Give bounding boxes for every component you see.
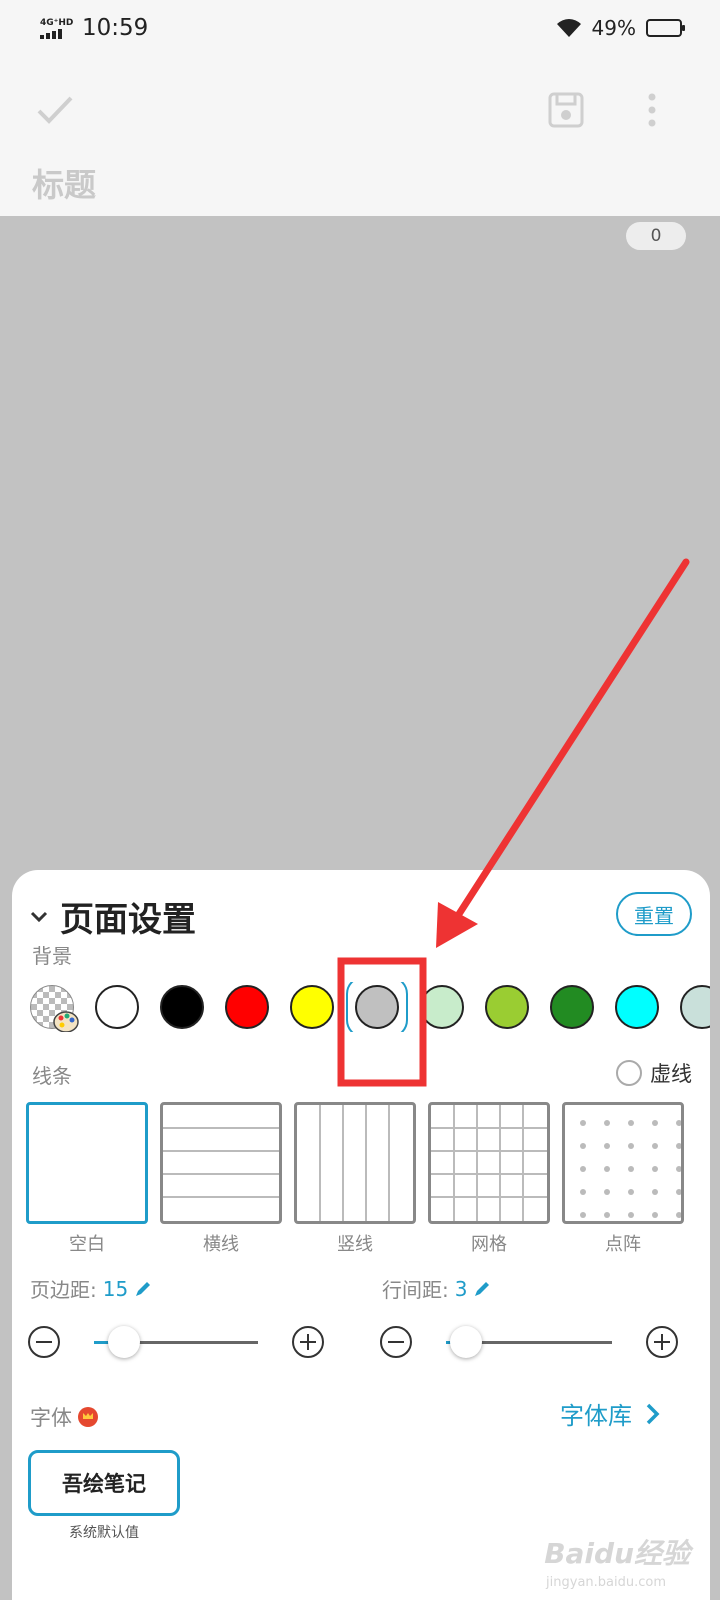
- char-count-badge: 0: [626, 222, 686, 250]
- font-library-label: 字体库: [560, 1402, 632, 1430]
- margin-slider-row: [28, 1322, 328, 1362]
- line-style-thumb[interactable]: [294, 1102, 416, 1224]
- line-style-label: 空白: [69, 1234, 105, 1255]
- background-color-swatch[interactable]: [550, 985, 594, 1029]
- line-style-label: 竖线: [337, 1234, 373, 1255]
- line-spacing-label: 行间距:: [382, 1278, 449, 1302]
- status-right: 49%: [556, 16, 685, 40]
- background-color-swatch[interactable]: [225, 985, 269, 1029]
- background-color-swatch[interactable]: [420, 985, 464, 1029]
- line-style-label: 点阵: [605, 1234, 641, 1255]
- background-color-swatch[interactable]: [485, 985, 529, 1029]
- editor-canvas[interactable]: [0, 216, 720, 870]
- chevron-right-icon: [646, 1403, 660, 1424]
- line-spacing-label-group: 行间距: 3: [382, 1274, 491, 1303]
- save-icon[interactable]: [548, 92, 584, 128]
- background-color-row: [30, 982, 710, 1032]
- chevron-down-icon[interactable]: [30, 911, 48, 923]
- font-label-group: 字体: [30, 1402, 98, 1432]
- lines-label: 线条: [32, 1064, 72, 1088]
- dashed-radio[interactable]: [616, 1060, 642, 1086]
- font-label: 字体: [30, 1406, 72, 1430]
- watermark-url: jingyan.baidu.com: [546, 1575, 666, 1590]
- title-input[interactable]: 标题: [32, 160, 96, 206]
- pencil-icon[interactable]: [473, 1280, 491, 1298]
- line-style-label: 横线: [203, 1234, 239, 1255]
- line-style-grid[interactable]: 网格: [428, 1102, 550, 1256]
- line-style-row: 空白 横线 竖线 网格 点阵: [26, 1102, 696, 1262]
- editor-toolbar: 标题: [0, 56, 720, 216]
- wifi-icon: [556, 19, 581, 37]
- background-color-swatch[interactable]: [160, 985, 204, 1029]
- line-style-thumb[interactable]: [160, 1102, 282, 1224]
- status-bar: 4G⁺HD 10:59 49%: [0, 0, 720, 56]
- page-settings-panel: 页面设置 重置 背景 线条 虚线 空白 横线 竖线 网格 点阵 页边距: 15 …: [12, 870, 710, 1600]
- font-option-note: 系统默认值: [69, 1525, 139, 1541]
- line-style-thumb[interactable]: [562, 1102, 684, 1224]
- margin-label-group: 页边距: 15: [30, 1274, 152, 1303]
- line-style-blank[interactable]: 空白: [26, 1102, 148, 1256]
- vip-crown-icon: [78, 1407, 98, 1427]
- margin-value[interactable]: 15: [103, 1277, 128, 1301]
- line-style-vertical[interactable]: 竖线: [294, 1102, 416, 1256]
- font-option-current[interactable]: 吾绘笔记: [28, 1450, 180, 1516]
- palette-icon: [53, 1011, 79, 1032]
- watermark-logo: Baidu经验: [544, 1537, 690, 1570]
- dashed-option[interactable]: 虚线: [616, 1058, 692, 1088]
- line-style-horizontal[interactable]: 横线: [160, 1102, 282, 1256]
- margin-slider-thumb[interactable]: [108, 1326, 140, 1358]
- line-spacing-increase-button[interactable]: [646, 1326, 678, 1358]
- line-style-dots[interactable]: 点阵: [562, 1102, 684, 1256]
- line-spacing-value[interactable]: 3: [455, 1277, 468, 1301]
- panel-title: 页面设置: [60, 900, 196, 940]
- font-library-link[interactable]: 字体库: [560, 1396, 660, 1431]
- status-left: 4G⁺HD 10:59: [40, 15, 148, 41]
- line-spacing-decrease-button[interactable]: [380, 1326, 412, 1358]
- margin-increase-button[interactable]: [292, 1326, 324, 1358]
- background-label: 背景: [32, 944, 72, 968]
- signal-icon: [40, 28, 76, 39]
- margin-decrease-button[interactable]: [28, 1326, 60, 1358]
- margin-label: 页边距:: [30, 1278, 97, 1302]
- battery-icon: [646, 19, 685, 37]
- background-color-swatch[interactable]: [680, 985, 710, 1029]
- line-spacing-slider-row: [380, 1322, 686, 1362]
- panel-header[interactable]: 页面设置: [30, 892, 196, 941]
- clock: 10:59: [82, 15, 149, 41]
- network-type: 4G⁺HD: [40, 17, 74, 28]
- dashed-label: 虚线: [650, 1062, 692, 1086]
- pencil-icon[interactable]: [134, 1280, 152, 1298]
- line-style-label: 网格: [471, 1234, 507, 1255]
- background-color-swatch[interactable]: [615, 985, 659, 1029]
- background-color-swatch[interactable]: [355, 985, 399, 1029]
- reset-button[interactable]: 重置: [616, 892, 692, 936]
- more-vertical-icon[interactable]: [646, 92, 658, 128]
- line-spacing-slider-thumb[interactable]: [450, 1326, 482, 1358]
- network-indicator: 4G⁺HD: [40, 18, 76, 39]
- line-style-thumb[interactable]: [428, 1102, 550, 1224]
- background-color-swatch[interactable]: [290, 985, 334, 1029]
- checkmark-icon[interactable]: [36, 94, 74, 126]
- battery-percent: 49%: [591, 16, 636, 40]
- background-color-swatch[interactable]: [95, 985, 139, 1029]
- line-style-thumb[interactable]: [26, 1102, 148, 1224]
